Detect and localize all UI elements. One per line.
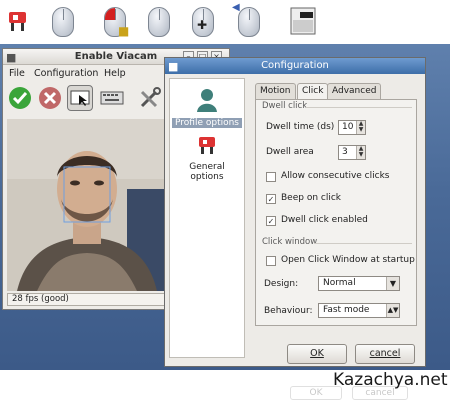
general-options-icon [199, 137, 215, 154]
dwell-time-label: Dwell time (ds) [266, 122, 335, 132]
menu-file[interactable]: File [9, 68, 25, 79]
dwell-area-label: Dwell area [266, 147, 314, 157]
spinner-arrows-icon[interactable]: ▲ ▼ [356, 146, 365, 159]
group-divider [314, 243, 412, 244]
ok-label: OK [310, 348, 324, 359]
open-click-window-checkbox[interactable] [266, 256, 276, 266]
behaviour-label: Behaviour: [264, 306, 313, 316]
enable-check-icon[interactable] [7, 85, 33, 111]
group-divider [306, 107, 412, 108]
mouse-move-icon[interactable]: ✚ [188, 4, 218, 38]
ok-button[interactable]: OK [287, 344, 347, 364]
desktop-toolbar: ■ ✚ ◀ [0, 0, 450, 44]
spinner-arrows-icon[interactable]: ▲ ▼ [356, 121, 365, 134]
behaviour-value: Fast mode [323, 305, 370, 315]
click-window-icon[interactable] [288, 4, 318, 38]
dwell-enabled-checkbox[interactable]: ✓ [266, 216, 276, 226]
mouse-click-icon[interactable] [144, 4, 174, 38]
dwell-enabled-label: Dwell click enabled [281, 215, 368, 225]
tab-motion[interactable]: Motion [255, 83, 296, 99]
tab-advanced[interactable]: Advanced [327, 83, 382, 99]
options-sidebar: Profile options General options [169, 78, 245, 358]
profile-icon [197, 89, 217, 112]
dwell-area-value: 3 [342, 147, 348, 157]
beep-label: Beep on click [281, 193, 342, 203]
menu-help[interactable]: Help [104, 68, 126, 79]
watermark: Kazachya.net [333, 370, 448, 390]
menu-configuration[interactable]: Configuration [34, 68, 98, 79]
tools-icon[interactable] [137, 85, 163, 111]
allow-consecutive-label: Allow consecutive clicks [281, 171, 390, 181]
sidebar-item-general[interactable]: General options [172, 131, 242, 182]
open-click-window-label: Open Click Window at startup [281, 255, 415, 265]
stepper-arrows-icon[interactable]: ▲▼ [386, 304, 399, 317]
click-settings-panel: Dwell click Dwell time (ds) 10 ▲ ▼ Dwell … [255, 99, 417, 326]
design-label: Design: [264, 279, 299, 289]
configuration-dialog: ■ Configuration Profile options General … [164, 57, 426, 367]
allow-consecutive-checkbox[interactable] [266, 172, 276, 182]
sidebar-item-profile[interactable]: Profile options [172, 87, 242, 128]
keyboard-icon[interactable] [99, 85, 125, 111]
design-select[interactable]: Normal ▼ [318, 276, 400, 291]
disable-cancel-icon[interactable] [37, 85, 63, 111]
click-window-toggle-icon[interactable] [67, 85, 93, 111]
dwell-area-spinner[interactable]: 3 ▲ ▼ [338, 145, 366, 160]
dropdown-arrow-icon[interactable]: ▼ [386, 277, 399, 290]
click-window-group-label: Click window [262, 237, 318, 247]
config-titlebar[interactable]: ■ Configuration [165, 58, 425, 74]
cancel-label: cancel [369, 348, 401, 359]
sidebar-label-profile: Profile options [172, 118, 242, 128]
behaviour-select[interactable]: Fast mode ▲▼ [318, 303, 400, 318]
mouse-drag-icon[interactable]: ◀ [232, 2, 264, 38]
viacam-logo-icon[interactable] [4, 4, 34, 38]
dwell-click-group-label: Dwell click [262, 101, 308, 111]
dwell-time-value: 10 [342, 122, 354, 132]
mouse-lock-icon[interactable]: ■ [100, 4, 130, 38]
config-title: Configuration [261, 60, 329, 71]
design-value: Normal [323, 278, 356, 288]
mouse-icon[interactable] [48, 4, 78, 38]
tab-click[interactable]: Click [297, 83, 329, 100]
sidebar-label-general: General options [189, 162, 225, 182]
beep-checkbox[interactable]: ✓ [266, 194, 276, 204]
cancel-button[interactable]: cancel [355, 344, 415, 364]
dwell-time-spinner[interactable]: 10 ▲ ▼ [338, 120, 366, 135]
webcam-video [7, 119, 167, 291]
